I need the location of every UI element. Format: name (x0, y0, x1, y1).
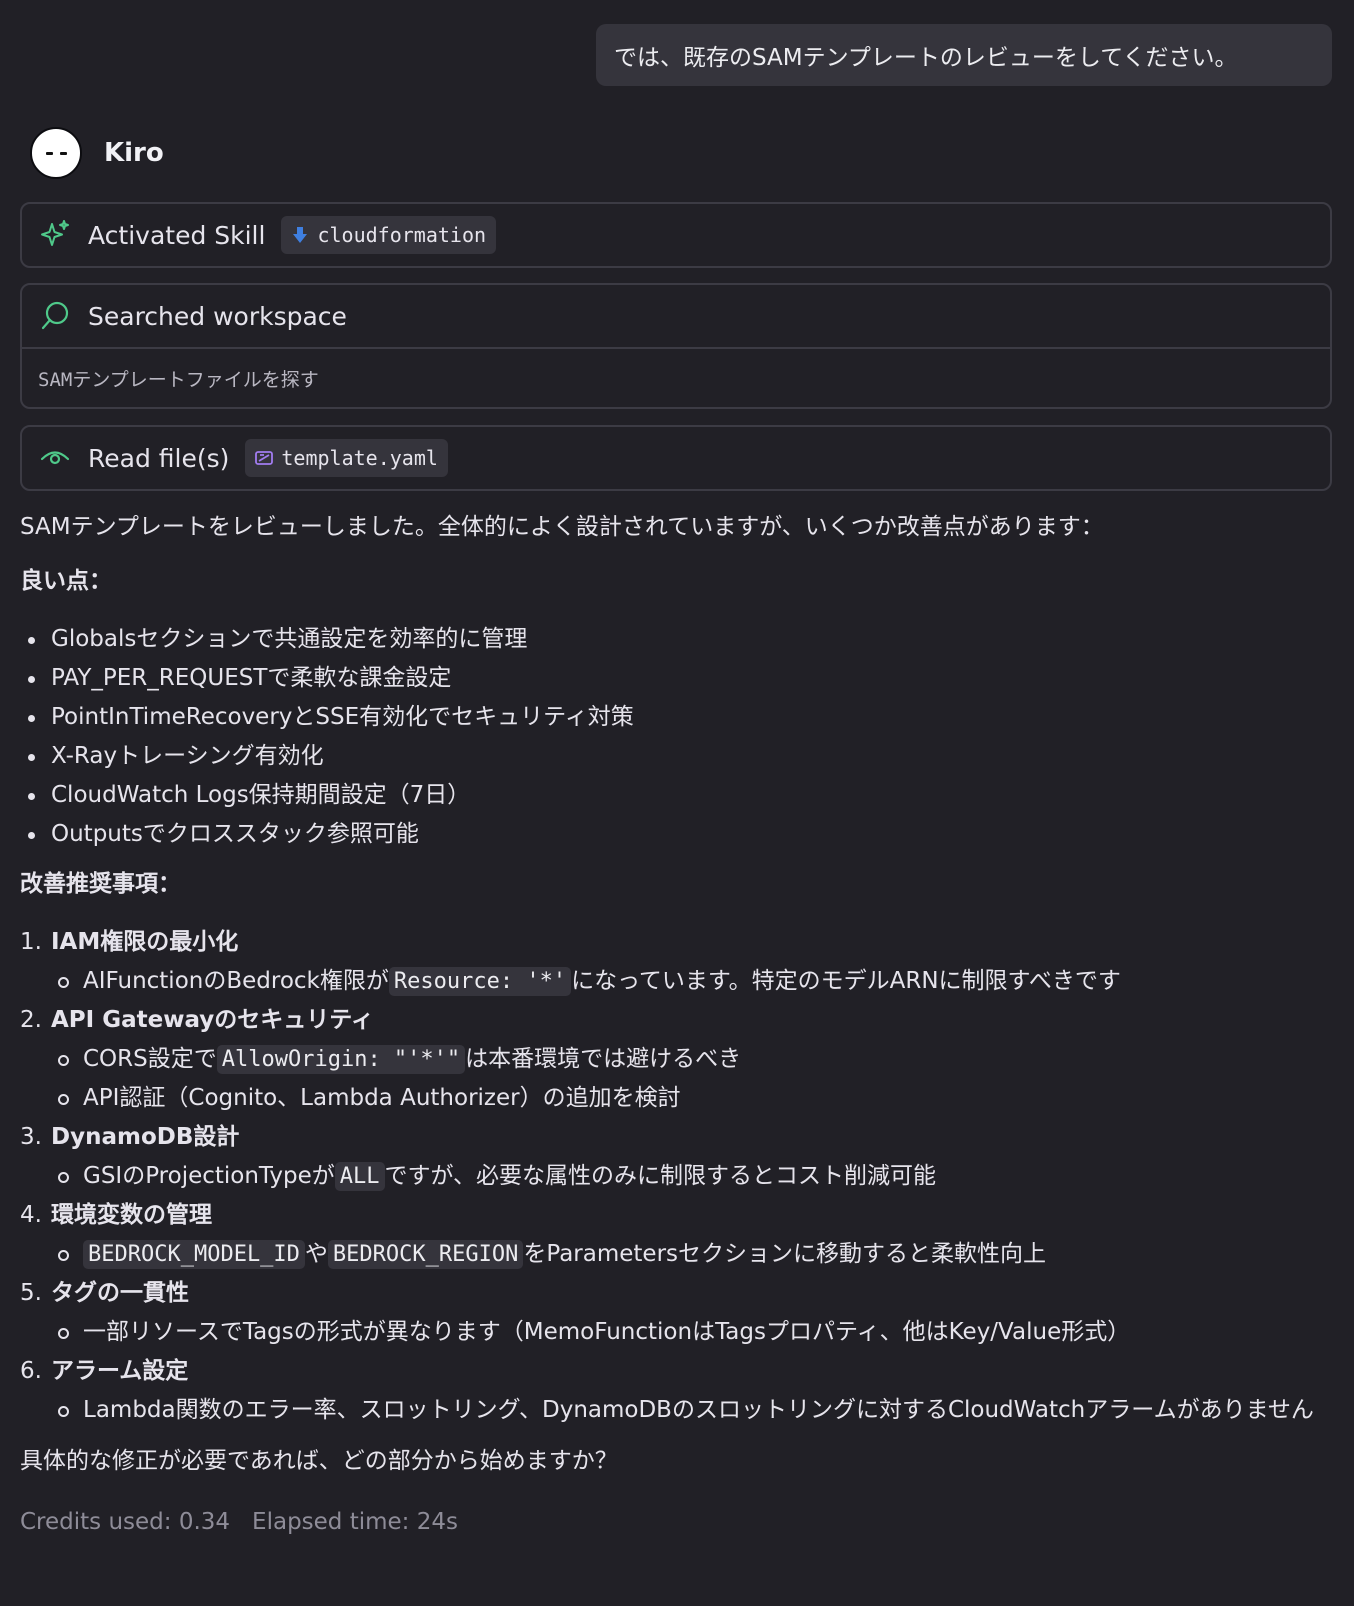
elapsed-time: Elapsed time: 24s (252, 1509, 458, 1535)
improvement-item-1: 1. IAM権限の最小化 (20, 929, 239, 955)
skill-chip-label: cloudformation (317, 223, 487, 247)
eye-icon (38, 441, 72, 475)
read-files-card[interactable]: Read file(s) template.yaml (20, 425, 1332, 491)
response-intro: SAMテンプレートをレビューしました。全体的によく設計されていますが、いくつか改… (20, 514, 1104, 540)
improvement-title: DynamoDB設計 (51, 1124, 240, 1150)
improvement-title: IAM権限の最小化 (51, 929, 239, 955)
activated-skill-title: Activated Skill (88, 220, 266, 250)
read-files-title: Read file(s) (88, 443, 230, 473)
search-query: SAMテンプレートファイルを探す (22, 347, 1330, 407)
list-item: CloudWatch Logs保持期間設定（7日） (20, 776, 1336, 815)
yaml-file-icon (253, 447, 275, 469)
skill-chip[interactable]: cloudformation (281, 216, 497, 254)
list-item: PointInTimeRecoveryとSSE有効化でセキュリティ対策 (20, 698, 1336, 737)
list-item: Globalsセクションで共通設定を効率的に管理 (20, 620, 1336, 659)
searched-workspace-card[interactable]: Searched workspace SAMテンプレートファイルを探す (20, 283, 1332, 409)
credits-used: Credits used: 0.34 (20, 1509, 231, 1535)
inline-code: ALL (334, 1162, 385, 1191)
inline-code: AllowOrigin: "'*'" (216, 1045, 466, 1074)
usage-footer: Credits used: 0.34 Elapsed time: 24s (20, 1502, 1336, 1542)
file-chip-label: template.yaml (281, 446, 438, 470)
inline-code: BEDROCK_REGION (327, 1240, 524, 1269)
sub-list-item: 一部リソースでTagsの形式が異なります（MemoFunctionはTagsプロ… (20, 1313, 1336, 1352)
user-message-bubble: では、既存のSAMテンプレートのレビューをしてください。 (596, 24, 1332, 86)
user-message-text: では、既存のSAMテンプレートのレビューをしてください。 (614, 45, 1238, 71)
search-icon (38, 299, 72, 333)
improvement-title: アラーム設定 (51, 1358, 189, 1384)
list-item: PAY_PER_REQUESTで柔軟な課金設定 (20, 659, 1336, 698)
sparkle-icon (38, 218, 72, 252)
improvement-item-2: 2. API Gatewayのセキュリティ (20, 1007, 374, 1033)
activated-skill-card[interactable]: Activated Skill cloudformation (20, 202, 1332, 268)
assistant-response: SAMテンプレートをレビューしました。全体的によく設計されていますが、いくつか改… (20, 512, 1336, 1542)
improvement-title: 環境変数の管理 (51, 1202, 212, 1228)
improvement-title: タグの一貫性 (51, 1280, 189, 1306)
improvements-heading: 改善推奨事項： (20, 871, 181, 897)
improvement-item-5: 5. タグの一貫性 (20, 1280, 189, 1306)
inline-code: BEDROCK_MODEL_ID (83, 1240, 305, 1269)
skill-download-icon (289, 224, 311, 246)
list-item: Outputsでクロススタック参照可能 (20, 815, 1336, 854)
sub-list-item: API認証（Cognito、Lambda Authorizer）の追加を検討 (20, 1079, 1336, 1118)
kiro-avatar-icon (30, 127, 82, 179)
sub-list-item: BEDROCK_MODEL_ID や BEDROCK_REGION をParamete… (20, 1235, 1336, 1274)
improvement-item-4: 4. 環境変数の管理 (20, 1202, 212, 1228)
good-points-heading: 良い点： (20, 568, 112, 594)
searched-workspace-title: Searched workspace (88, 301, 347, 331)
agent-header: Kiro (30, 127, 164, 179)
response-closing: 具体的な修正が必要であれば、どの部分から始めますか？ (20, 1448, 618, 1474)
sub-list-item: Lambda関数のエラー率、スロットリング、DynamoDBのスロットリングに対… (20, 1391, 1336, 1430)
agent-name: Kiro (104, 138, 164, 168)
sub-list-item: GSIのProjectionTypeが ALL ですが、必要な属性のみに制限するとコ… (20, 1157, 1336, 1196)
inline-code: Resource: '*' (388, 967, 572, 996)
sub-list-item: CORS設定で AllowOrigin: "'*'" は本番環境では避けるべき (20, 1040, 1336, 1079)
good-points-list: Globalsセクションで共通設定を効率的に管理 PAY_PER_REQUEST… (20, 620, 1336, 854)
improvement-title: API Gatewayのセキュリティ (51, 1007, 374, 1033)
list-item: X-Rayトレーシング有効化 (20, 737, 1336, 776)
sub-list-item: AIFunctionのBedrock権限が Resource: '*' になっていま… (20, 962, 1336, 1001)
improvement-item-3: 3. DynamoDB設計 (20, 1124, 240, 1150)
file-chip[interactable]: template.yaml (245, 439, 448, 477)
improvement-item-6: 6. アラーム設定 (20, 1358, 189, 1384)
